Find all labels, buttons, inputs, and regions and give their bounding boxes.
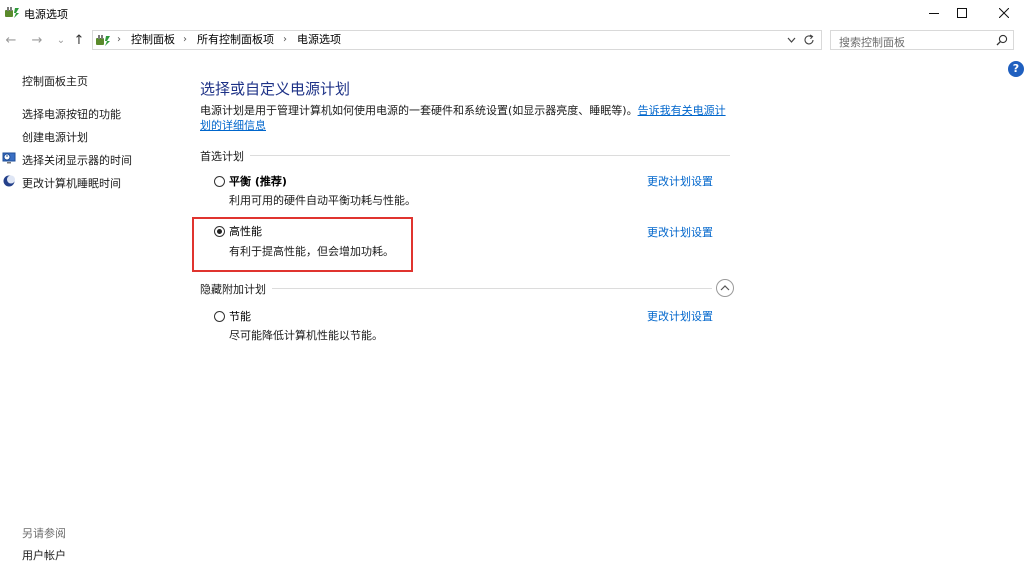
sleep-moon-icon <box>3 175 15 187</box>
collapse-hidden-plans-button[interactable] <box>716 279 734 297</box>
sidebar-home-link[interactable]: 控制面板主页 <box>22 73 88 89</box>
change-plan-settings-balanced[interactable]: 更改计划设置 <box>647 173 713 189</box>
breadcrumb-separator[interactable]: › <box>283 31 287 49</box>
breadcrumb-separator[interactable]: › <box>117 31 121 49</box>
breadcrumb-separator[interactable]: › <box>183 31 187 49</box>
help-icon[interactable]: ? <box>1008 61 1024 77</box>
description-text: 电源计划是用于管理计算机如何使用电源的一套硬件和系统设置(如显示器亮度、睡眠等)… <box>200 104 638 117</box>
hidden-plans-label: 隐藏附加计划 <box>200 281 272 297</box>
search-icon[interactable] <box>996 34 1008 46</box>
recent-locations-button[interactable]: ⌄ <box>56 30 66 52</box>
address-bar[interactable]: › 控制面板 › 所有控制面板项 › 电源选项 <box>92 30 822 50</box>
see-also-title: 另请参阅 <box>22 527 66 540</box>
sidebar-link-create-plan[interactable]: 创建电源计划 <box>22 129 88 145</box>
sidebar-link-power-buttons[interactable]: 选择电源按钮的功能 <box>22 106 121 122</box>
preferred-plans-label: 首选计划 <box>200 148 250 164</box>
refresh-icon[interactable] <box>803 34 815 46</box>
breadcrumb-power-options[interactable]: 电源选项 <box>297 31 341 49</box>
change-plan-settings-power-saver[interactable]: 更改计划设置 <box>647 308 713 324</box>
plan-name-high-performance[interactable]: 高性能 <box>229 223 262 239</box>
close-button[interactable] <box>984 0 1024 26</box>
breadcrumb-all-items[interactable]: 所有控制面板项 <box>197 31 274 49</box>
change-plan-settings-high-performance[interactable]: 更改计划设置 <box>647 224 713 240</box>
close-icon <box>999 8 1009 18</box>
page-description: 电源计划是用于管理计算机如何使用电源的一套硬件和系统设置(如显示器亮度、睡眠等)… <box>200 103 730 133</box>
sidebar-link-display-off[interactable]: 选择关闭显示器的时间 <box>22 152 132 168</box>
back-button[interactable]: ← <box>4 30 18 52</box>
power-options-app-icon <box>5 7 19 18</box>
sidebar-link-sleep-time[interactable]: 更改计算机睡眠时间 <box>22 175 121 191</box>
plan-desc-power-saver: 尽可能降低计算机性能以节能。 <box>229 329 383 342</box>
window-title: 电源选项 <box>24 8 68 21</box>
plan-name-balanced[interactable]: 平衡 (推荐) <box>229 173 287 189</box>
plan-desc-balanced: 利用可用的硬件自动平衡功耗与性能。 <box>229 194 416 207</box>
chevron-down-icon[interactable] <box>787 36 796 44</box>
hidden-section-divider <box>200 288 712 289</box>
control-panel-icon <box>96 35 110 46</box>
search-input[interactable]: 搜索控制面板 <box>839 34 905 50</box>
preferred-section-divider <box>200 155 730 156</box>
breadcrumb-control-panel[interactable]: 控制面板 <box>131 31 175 49</box>
see-also-user-accounts[interactable]: 用户帐户 <box>22 547 66 563</box>
search-box[interactable]: 搜索控制面板 <box>830 30 1014 50</box>
display-clock-icon <box>2 152 16 164</box>
title-bar: 电源选项 <box>0 0 1024 26</box>
forward-button[interactable]: → <box>30 30 44 52</box>
plan-radio-power-saver[interactable] <box>214 311 225 322</box>
maximize-icon <box>957 8 967 18</box>
chevron-up-icon <box>720 285 730 291</box>
plan-name-power-saver[interactable]: 节能 <box>229 308 251 324</box>
page-title: 选择或自定义电源计划 <box>200 80 351 98</box>
maximize-button[interactable] <box>942 0 982 26</box>
plan-radio-high-performance[interactable] <box>214 226 225 237</box>
up-button[interactable]: ↑ <box>72 30 86 52</box>
plan-desc-high-performance: 有利于提高性能，但会增加功耗。 <box>229 245 394 258</box>
plan-radio-balanced[interactable] <box>214 176 225 187</box>
minimize-icon <box>929 13 939 14</box>
